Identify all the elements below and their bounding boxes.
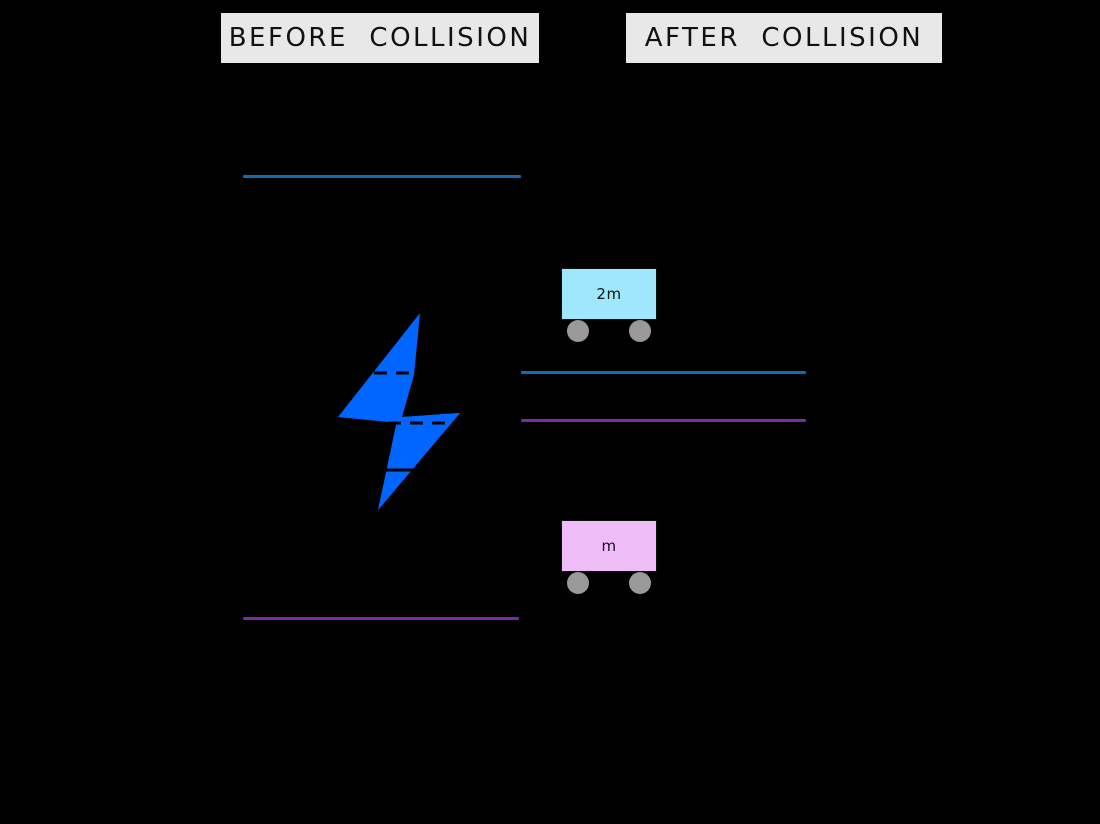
cart-m-body: m	[561, 520, 657, 572]
before-collision-title: BEFORE COLLISION	[221, 13, 539, 63]
before-lower-track-line	[243, 617, 519, 620]
cart-m-wheel-left	[567, 572, 589, 594]
cart-2m-body: 2m	[561, 268, 657, 320]
collision-diagram-canvas: BEFORE COLLISION AFTER COLLISION 2m m	[0, 0, 1100, 824]
cart-2m-wheel-right	[629, 320, 651, 342]
cart-m: m	[561, 520, 657, 596]
after-upper-track-line	[521, 371, 806, 374]
collision-lightning-bolt-icon	[330, 305, 470, 520]
cart-2m-wheel-left	[567, 320, 589, 342]
after-lower-track-line	[521, 419, 806, 422]
bolt-shape	[338, 313, 460, 510]
cart-2m: 2m	[561, 268, 657, 344]
after-collision-title: AFTER COLLISION	[626, 13, 942, 63]
cart-m-wheel-right	[629, 572, 651, 594]
before-upper-track-line	[243, 175, 521, 178]
